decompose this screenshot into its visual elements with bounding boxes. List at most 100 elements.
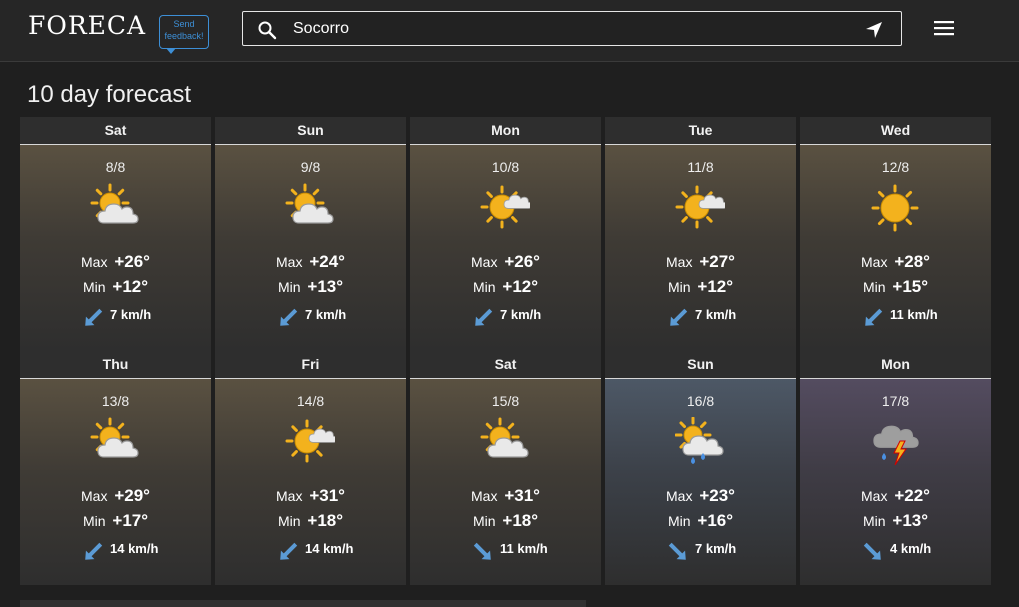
max-label: Max	[276, 254, 303, 270]
wind-speed: 7 km/h	[695, 541, 737, 556]
day-body: 13/8 Max +29° Min +17° 14 km/h	[20, 379, 211, 585]
day-date: 10/8	[491, 159, 520, 175]
day-date: 16/8	[686, 393, 715, 409]
mostly-sunny-weather-icon	[675, 185, 725, 229]
wind-direction-icon	[85, 542, 103, 560]
search-box	[242, 11, 902, 46]
min-label: Min	[862, 513, 886, 529]
forecast-day-card[interactable]: Tue 11/8 Max +27° Min +12° 7 km/h	[605, 117, 796, 351]
max-temperature: Max +26°	[20, 252, 211, 272]
wind-speed: 11 km/h	[890, 307, 938, 322]
min-value: +17°	[112, 511, 149, 530]
min-value: +12°	[112, 277, 149, 296]
day-name: Mon	[800, 351, 991, 379]
max-label: Max	[81, 254, 108, 270]
min-label: Min	[862, 279, 886, 295]
day-date: 13/8	[101, 393, 130, 409]
max-value: +28°	[894, 252, 930, 271]
min-label: Min	[277, 513, 301, 529]
forecast-day-card[interactable]: Sun 16/8 Max +23° Min +16° 7 km/h	[605, 351, 796, 585]
day-body: 14/8 Max +31° Min +18° 14 km/h	[215, 379, 406, 585]
wind-speed: 11 km/h	[500, 541, 548, 556]
min-label: Min	[82, 513, 106, 529]
forecast-day-card[interactable]: Mon 17/8 Max +22° Min +13° 4 km/h	[800, 351, 991, 585]
footer-bar	[20, 600, 586, 607]
max-value: +22°	[894, 486, 930, 505]
wind-speed: 14 km/h	[305, 541, 354, 556]
day-name: Sat	[410, 351, 601, 379]
min-label: Min	[667, 513, 691, 529]
min-value: +13°	[307, 277, 344, 296]
max-temperature: Max +27°	[605, 252, 796, 272]
min-value: +13°	[892, 511, 929, 530]
min-label: Min	[472, 279, 496, 295]
feedback-line-2: feedback!	[164, 31, 204, 41]
min-temperature: Min +12°	[410, 277, 601, 297]
max-temperature: Max +28°	[800, 252, 991, 272]
max-temperature: Max +24°	[215, 252, 406, 272]
forecast-day-card[interactable]: Fri 14/8 Max +31° Min +18° 14 km/h	[215, 351, 406, 585]
day-body: 9/8 Max +24° Min +13° 7 km/h	[215, 145, 406, 351]
hamburger-menu-icon[interactable]	[934, 20, 954, 36]
partly-cloudy-weather-icon	[480, 417, 529, 458]
send-feedback-button[interactable]: Send feedback!	[159, 15, 209, 54]
max-temperature: Max +23°	[605, 486, 796, 506]
forecast-day-card[interactable]: Mon 10/8 Max +26° Min +12° 7 km/h	[410, 117, 601, 351]
max-temperature: Max +29°	[20, 486, 211, 506]
day-date: 9/8	[300, 159, 321, 175]
search-icon[interactable]	[257, 20, 277, 40]
day-name: Mon	[410, 117, 601, 145]
day-name: Wed	[800, 117, 991, 145]
wind-speed: 7 km/h	[695, 307, 737, 322]
max-value: +26°	[114, 252, 150, 271]
min-label: Min	[472, 513, 496, 529]
forecast-day-card[interactable]: Thu 13/8 Max +29° Min +17° 14 km/h	[20, 351, 211, 585]
feedback-line-1: Send	[173, 19, 195, 29]
wind-direction-icon	[865, 308, 883, 326]
min-temperature: Min +17°	[20, 511, 211, 531]
min-value: +12°	[502, 277, 539, 296]
max-label: Max	[471, 254, 498, 270]
day-body: 15/8 Max +31° Min +18° 11 km/h	[410, 379, 601, 585]
day-date: 8/8	[105, 159, 126, 175]
min-value: +16°	[697, 511, 734, 530]
wind-direction-icon	[280, 308, 298, 326]
max-temperature: Max +31°	[215, 486, 406, 506]
forecast-day-card[interactable]: Sun 9/8 Max +24° Min +13° 7 km/h	[215, 117, 406, 351]
min-temperature: Min +13°	[215, 277, 406, 297]
day-body: 16/8 Max +23° Min +16° 7 km/h	[605, 379, 796, 585]
wind-speed: 7 km/h	[305, 307, 347, 322]
min-temperature: Min +15°	[800, 277, 991, 297]
showers-weather-icon	[675, 417, 724, 464]
partly-cloudy-weather-icon	[285, 183, 334, 224]
foreca-logo[interactable]: FORECA	[28, 11, 146, 40]
forecast-day-card[interactable]: Wed 12/8 Max +28° Min +15° 11 km/h	[800, 117, 991, 351]
max-value: +24°	[309, 252, 345, 271]
max-temperature: Max +31°	[410, 486, 601, 506]
location-search-input[interactable]	[291, 17, 855, 41]
day-name: Sun	[605, 351, 796, 379]
min-temperature: Min +12°	[20, 277, 211, 297]
wind-direction-icon	[863, 542, 881, 560]
min-value: +15°	[892, 277, 929, 296]
thunderstorm-weather-icon	[873, 425, 919, 466]
day-name: Thu	[20, 351, 211, 379]
max-label: Max	[861, 488, 888, 504]
day-name: Fri	[215, 351, 406, 379]
min-temperature: Min +18°	[410, 511, 601, 531]
forecast-day-card[interactable]: Sat 15/8 Max +31° Min +18° 11 km/h	[410, 351, 601, 585]
min-value: +18°	[502, 511, 539, 530]
day-name: Sun	[215, 117, 406, 145]
wind-speed: 4 km/h	[890, 541, 932, 556]
day-body: 8/8 Max +26° Min +12° 7 km/h	[20, 145, 211, 351]
forecast-day-card[interactable]: Sat 8/8 Max +26° Min +12° 7 km/h	[20, 117, 211, 351]
day-date: 11/8	[687, 159, 714, 175]
min-temperature: Min +16°	[605, 511, 796, 531]
location-arrow-icon[interactable]	[864, 20, 884, 40]
day-body: 17/8 Max +22° Min +13° 4 km/h	[800, 379, 991, 585]
day-date: 14/8	[296, 393, 325, 409]
min-temperature: Min +18°	[215, 511, 406, 531]
forecast-grid: Sat 8/8 Max +26° Min +12° 7 km/h Sun 9/8…	[20, 117, 992, 585]
header: FORECA Send feedback!	[0, 0, 1019, 62]
max-temperature: Max +26°	[410, 252, 601, 272]
